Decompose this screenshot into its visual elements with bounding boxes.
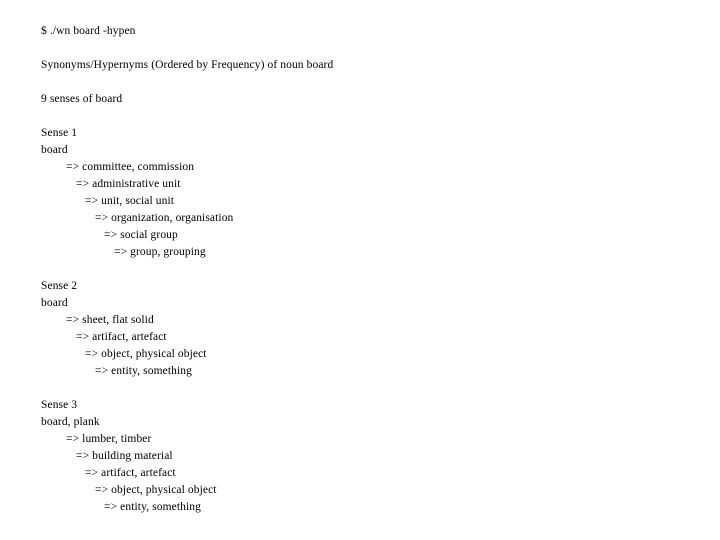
hypernym-line: => social group bbox=[104, 229, 178, 241]
sense-label: Sense 1 bbox=[41, 127, 78, 139]
sense-block: Sense 3 board, plank => lumber, timber => b… bbox=[41, 397, 701, 516]
sense-block: Sense 1 board => committee, commission => a… bbox=[41, 125, 701, 261]
hypernym-line: => organization, organisation bbox=[95, 212, 234, 224]
hypernym-line: => entity, something bbox=[95, 365, 192, 377]
sense-count: 9 senses of board bbox=[41, 93, 123, 105]
hypernym-line: => building material bbox=[76, 450, 173, 462]
sense-label: Sense 3 bbox=[41, 399, 78, 411]
hypernym-line: => object, physical object bbox=[85, 348, 207, 360]
hypernym-line: => entity, something bbox=[104, 501, 201, 513]
command-line: $ ./wn board -hypen bbox=[41, 25, 136, 37]
sense-label: Sense 2 bbox=[41, 280, 78, 292]
hypernym-line: => administrative unit bbox=[76, 178, 181, 190]
hypernym-line: => sheet, flat solid bbox=[66, 314, 154, 326]
hypernym-line: => artifact, artefact bbox=[85, 467, 176, 479]
hypernym-line: => unit, social unit bbox=[85, 195, 175, 207]
sense-words: board, plank bbox=[41, 416, 100, 428]
hypernym-line: => lumber, timber bbox=[66, 433, 152, 445]
hypernym-line: => committee, commission bbox=[66, 161, 195, 173]
terminal-output: $ ./wn board -hypen Synonyms/Hypernyms (… bbox=[41, 23, 701, 516]
sense-block: Sense 2 board => sheet, flat solid => artif… bbox=[41, 278, 701, 380]
hypernym-line: => artifact, artefact bbox=[76, 331, 167, 343]
hypernym-line: => object, physical object bbox=[95, 484, 217, 496]
sense-blocks: Sense 1 board => committee, commission => a… bbox=[41, 125, 701, 516]
output-header: Synonyms/Hypernyms (Ordered by Frequency… bbox=[41, 59, 334, 71]
sense-words: board bbox=[41, 144, 68, 156]
sense-words: board bbox=[41, 297, 68, 309]
hypernym-line: => group, grouping bbox=[114, 246, 206, 258]
